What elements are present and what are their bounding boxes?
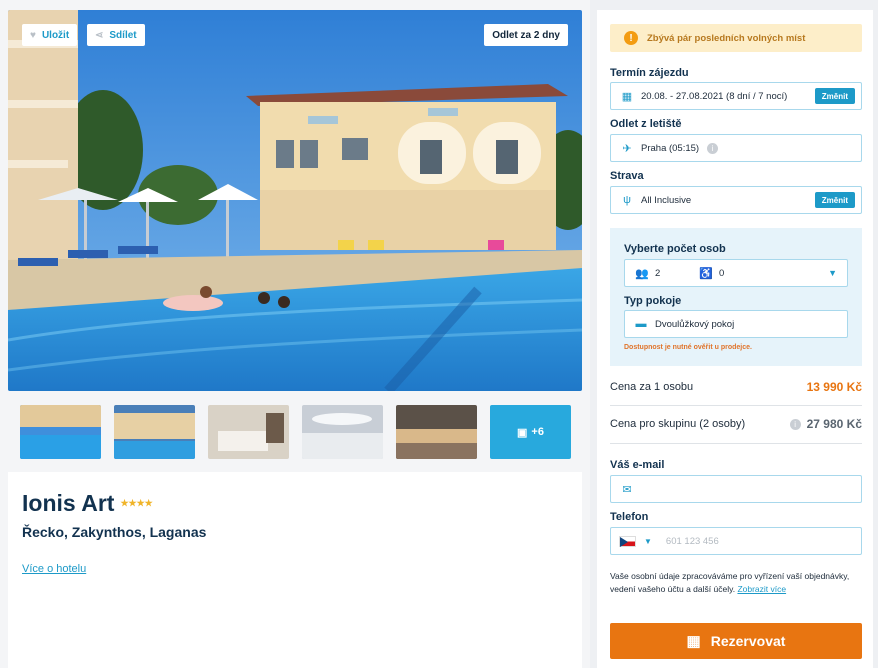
room-label: Typ pokoje [624,295,682,307]
consent-more-link[interactable]: Zobrazit více [737,584,786,594]
calendar-icon: ▦ [621,90,633,103]
consent-text: Vaše osobní údaje zpracováváme pro vyříz… [610,571,850,594]
divider [610,443,862,444]
booking-panel: ! Zbývá pár posledních volných míst Term… [597,10,873,668]
star-rating: ★★★★ [120,498,153,508]
thumbnail-3[interactable] [208,405,289,459]
hotel-title: Ionis Art ★★★★ [22,490,153,516]
email-icon: ✉ [622,483,632,496]
departure-badge: Odlet za 2 dny [484,24,568,46]
czech-flag-icon[interactable] [619,535,636,547]
price-group-row: Cena pro skupinu (2 osoby) i 27 980 Kč [610,417,862,431]
heart-icon: ♥ [30,29,36,41]
photo-thumbnails: ▣ +6 [20,405,571,459]
warning-icon: ! [624,31,638,45]
board-label: Strava [610,170,644,182]
child-icon: ♿ [699,267,713,280]
share-icon: ⋖ [95,29,104,41]
thumbnail-2[interactable] [114,405,195,459]
country-chevron-icon[interactable]: ▼ [644,537,652,546]
more-photos-button[interactable]: ▣ +6 [490,405,571,459]
adults-icon: 👥 [635,267,649,280]
term-label: Termín zájezdu [610,67,689,79]
left-panel: ♥ Uložit ⋖ Sdílet Odlet za 2 dny ▣ +6 Io… [0,0,590,668]
hotel-info-card: Ionis Art ★★★★ Řecko, Zakynthos, Laganas… [8,472,582,668]
term-field[interactable]: ▦ 20.08. - 27.08.2021 (8 dní / 7 nocí) Z… [610,82,862,110]
price-group: 27 980 Kč [806,417,862,431]
book-button[interactable]: ▦ Rezervovat [610,623,862,659]
persons-label: Vyberte počet osob [624,243,726,255]
phone-label: Telefon [610,511,649,523]
hotel-photo-illustration [8,10,582,391]
bed-icon: ▬ [635,318,647,330]
airport-field[interactable]: ✈ Praha (05:15) i [610,134,862,162]
plane-icon: ✈ [622,142,632,155]
room-select[interactable]: ▬ Dvoulůžkový pokoj [624,310,848,338]
airport-label: Odlet z letiště [610,118,682,130]
availability-warning: ! Zbývá pár posledních volných míst [610,24,862,52]
thumbnail-1[interactable] [20,405,101,459]
hotel-details-link[interactable]: Více o hotelu [22,563,86,575]
board-field[interactable]: ψ All Inclusive Změnit [610,186,862,214]
thumbnail-5[interactable] [396,405,477,459]
gallery-icon: ▣ [517,426,528,439]
price-per-person: 13 990 Kč [806,380,862,394]
phone-field[interactable]: ▼ 601 123 456 [610,527,862,555]
calendar-icon: ▦ [686,633,701,650]
persons-select[interactable]: 👥 2 ♿ 0 ▼ [624,259,848,287]
email-field[interactable]: ✉ [610,475,862,503]
change-board-button[interactable]: Změnit [814,192,855,208]
cutlery-icon: ψ [623,194,631,206]
hotel-main-photo[interactable]: ♥ Uložit ⋖ Sdílet Odlet za 2 dny [8,10,582,391]
divider [610,405,862,406]
availability-note: Dostupnost je nutné ověřit u prodejce. [624,344,752,351]
save-button[interactable]: ♥ Uložit [22,24,78,46]
change-term-button[interactable]: Změnit [814,88,855,104]
persons-room-box: Vyberte počet osob 👥 2 ♿ 0 ▼ Typ pokoje … [610,228,862,366]
price-per-person-row: Cena za 1 osobu 13 990 Kč [610,380,862,394]
price-info-icon[interactable]: i [789,418,801,430]
hotel-location: Řecko, Zakynthos, Laganas [22,524,207,540]
share-button[interactable]: ⋖ Sdílet [87,24,145,46]
thumbnail-4[interactable] [302,405,383,459]
chevron-down-icon: ▼ [828,268,837,278]
email-label: Váš e-mail [610,459,665,471]
info-icon[interactable]: i [707,142,719,154]
